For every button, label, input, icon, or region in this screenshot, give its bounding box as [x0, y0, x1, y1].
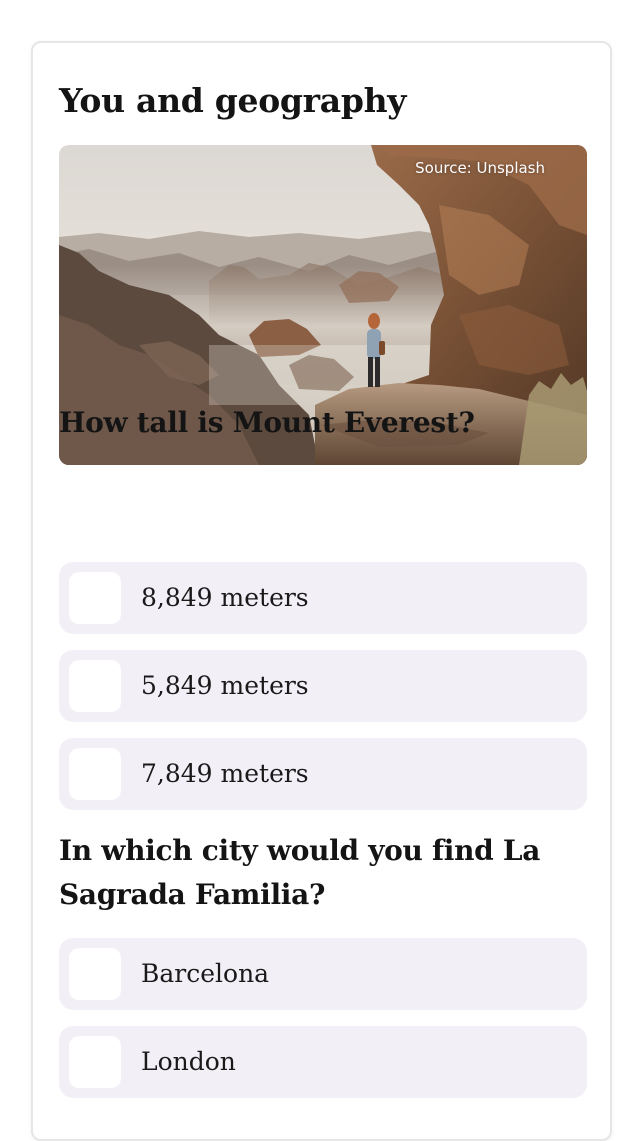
option-label: London — [141, 1047, 236, 1076]
option-label: 5,849 meters — [141, 671, 309, 700]
question-2-text: In which city would you find La Sagrada … — [59, 834, 541, 911]
question-1-option-1[interactable]: 8,849 meters — [59, 562, 587, 634]
option-checkbox[interactable] — [69, 660, 121, 712]
quiz-card: You and geography Source: Unsplash How t… — [31, 41, 612, 1141]
option-label: 7,849 meters — [141, 759, 309, 788]
option-checkbox[interactable] — [69, 948, 121, 1000]
option-label: 8,849 meters — [141, 583, 309, 612]
option-checkbox[interactable] — [69, 748, 121, 800]
question-2-option-2[interactable]: London — [59, 1026, 587, 1098]
quiz-title: You and geography — [59, 81, 407, 120]
option-checkbox[interactable] — [69, 1036, 121, 1088]
option-label: Barcelona — [141, 959, 270, 988]
question-1-option-3[interactable]: 7,849 meters — [59, 738, 587, 810]
question-1-text: How tall is Mount Everest? — [59, 406, 475, 439]
option-checkbox[interactable] — [69, 572, 121, 624]
question-2-option-1[interactable]: Barcelona — [59, 938, 587, 1010]
question-1-option-2[interactable]: 5,849 meters — [59, 650, 587, 722]
image-source-caption: Source: Unsplash — [415, 159, 545, 177]
